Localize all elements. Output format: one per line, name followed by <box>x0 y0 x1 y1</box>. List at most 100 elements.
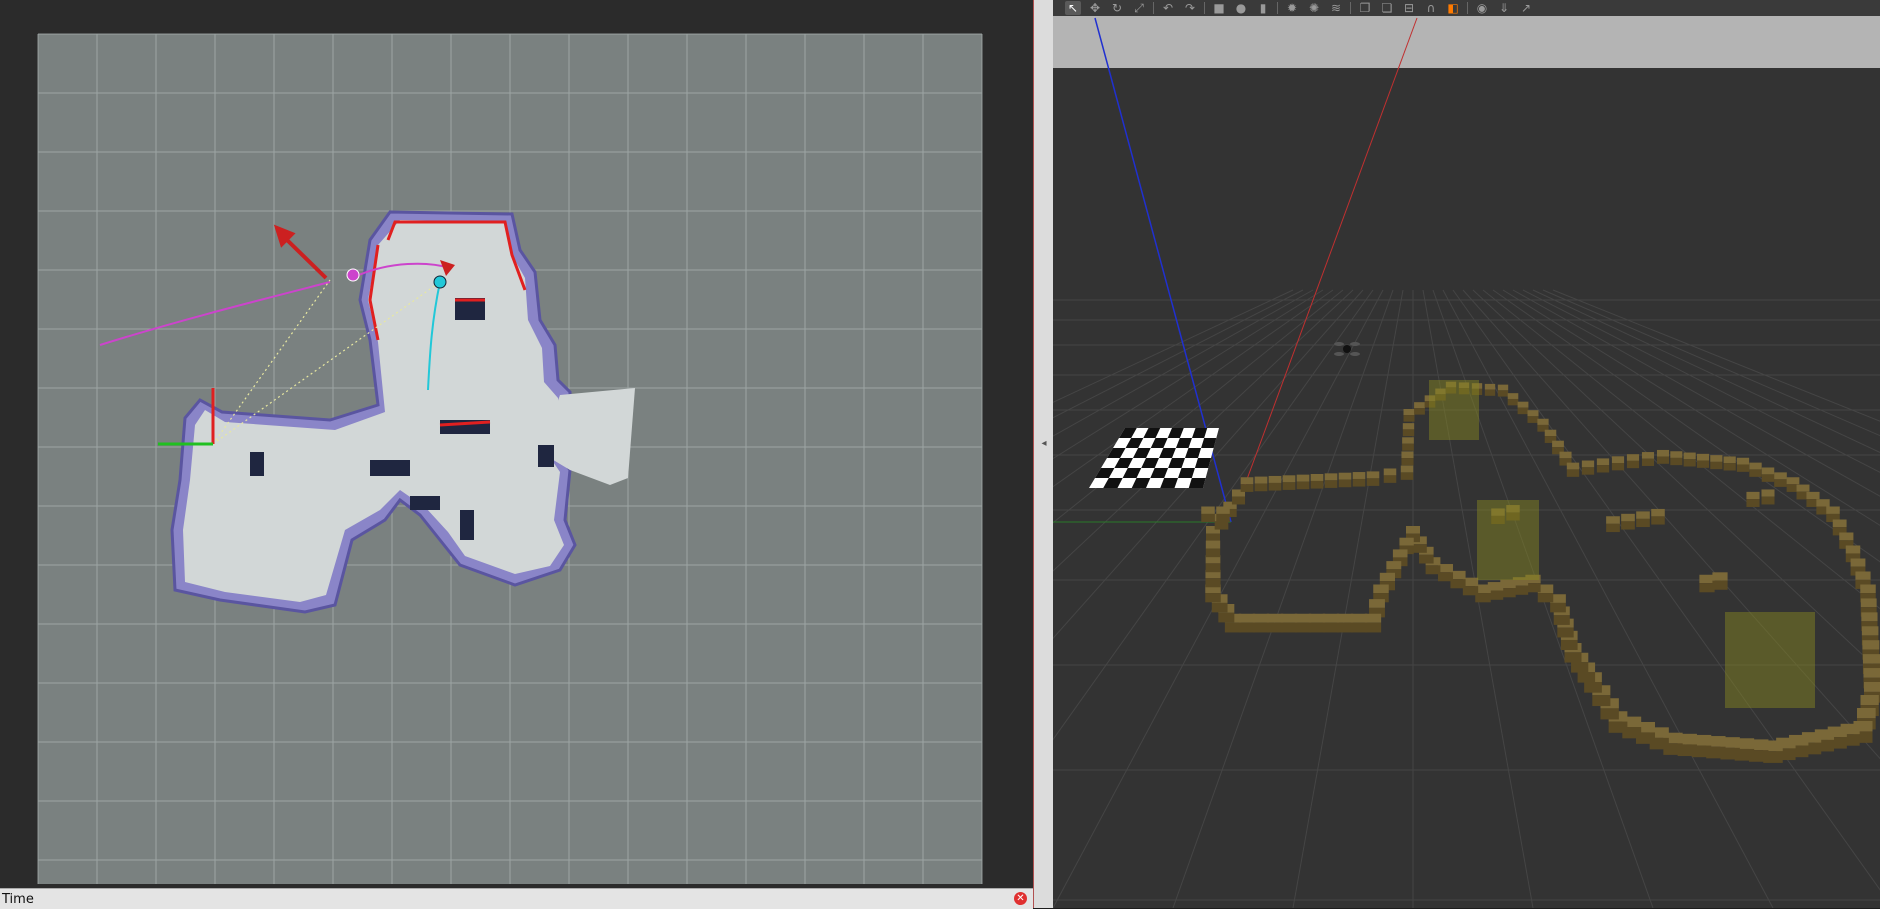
wall-block-side <box>1282 482 1296 490</box>
wall-block-side <box>1280 622 1298 633</box>
wall-block-top <box>1296 474 1310 482</box>
wall-block-side <box>1254 483 1268 492</box>
wall-block-top <box>1806 491 1820 500</box>
wall-block-side <box>1366 478 1380 486</box>
wall-block-top <box>1861 626 1879 636</box>
wall-block-top <box>1322 613 1340 623</box>
wall-block-top <box>1338 472 1352 480</box>
wall-block-top <box>1373 584 1389 594</box>
wall-block-side <box>1761 474 1775 482</box>
panel-splitter[interactable]: ◂ <box>1033 0 1054 908</box>
wall-block-side <box>1736 464 1750 472</box>
wall-block-side <box>1336 622 1354 633</box>
wall-block-top <box>1850 558 1866 567</box>
wall-block-top <box>1636 511 1650 519</box>
wall-block-top <box>1826 506 1840 514</box>
wall-block-side <box>1205 563 1221 573</box>
wall-block-top <box>1527 410 1539 417</box>
wall-block-top <box>1324 473 1338 481</box>
wall-block-side <box>1611 463 1625 471</box>
wall-block-side <box>1350 622 1368 633</box>
wall-block-side <box>1268 482 1282 491</box>
wall-block-side <box>1224 622 1242 633</box>
wall-block-top <box>1606 516 1620 524</box>
wall-block-top <box>1240 477 1254 485</box>
wall-block-top <box>1710 455 1723 462</box>
wall-block-top <box>1294 613 1312 623</box>
wall-block-side <box>1296 481 1310 490</box>
wall-block-side <box>1564 652 1582 663</box>
gazebo-scene[interactable] <box>1053 0 1880 908</box>
collapse-arrow-icon[interactable]: ◂ <box>1040 436 1048 452</box>
wall-block-side <box>1403 415 1415 422</box>
wall-block-side <box>1402 443 1414 451</box>
sky-band <box>1053 16 1880 68</box>
wall-block-side <box>1484 389 1496 396</box>
wall-block-side <box>1596 465 1610 473</box>
rviz-map-view[interactable] <box>0 0 1033 908</box>
wall-block-side <box>1641 458 1655 466</box>
wall-block-side <box>1364 622 1382 633</box>
wall-block-top <box>1406 526 1420 534</box>
wall-block-top <box>1761 489 1775 497</box>
wall-block-top <box>1507 393 1519 399</box>
robot-pose-marker[interactable] <box>433 275 447 289</box>
wall-block-top <box>1786 477 1800 485</box>
wall-block-top <box>1400 465 1414 473</box>
wall-block-side <box>1710 461 1723 470</box>
wall-block-side <box>1402 429 1415 437</box>
wall-block-top <box>1566 462 1580 470</box>
wall-block-side <box>1761 496 1775 505</box>
wall-block-top <box>1497 384 1509 391</box>
wall-block-top <box>1581 460 1595 468</box>
wall-block-side <box>1252 622 1270 633</box>
wall-block-side <box>1566 469 1580 477</box>
wall-block-top <box>1863 668 1880 678</box>
wall-block-side <box>1352 478 1366 487</box>
wall-block-side <box>1592 695 1611 707</box>
goal-pose-marker[interactable] <box>346 268 360 282</box>
wall-block-top <box>1696 453 1710 461</box>
wall-block-side <box>1723 463 1736 471</box>
wall-block-top <box>1596 458 1610 466</box>
wall-block-top <box>1857 708 1876 719</box>
wall-block-side <box>1550 602 1566 613</box>
gazebo-3d-view[interactable]: ↖ ✥ ↻ ⤢ ↶ ↷ ■ ● ▮ ✹ ✺ ≋ ❐ ❏ ⊟ ∩ ◧ ◉ ⇓ ↗ <box>1053 0 1880 908</box>
wall-block-top <box>1201 506 1215 514</box>
wall-block-side <box>1696 460 1710 468</box>
wall-block-side <box>1205 548 1221 558</box>
wall-block-top <box>1282 475 1296 483</box>
wall-block-side <box>1414 408 1425 415</box>
wall-block-top <box>1308 613 1326 623</box>
wall-block-top <box>1403 409 1415 416</box>
wall-block-top <box>1402 423 1415 430</box>
wall-block-side <box>1383 475 1397 483</box>
close-icon[interactable]: ✕ <box>1014 892 1027 905</box>
time-panel[interactable]: Time ✕ <box>0 888 1033 909</box>
wall-block-top <box>1392 549 1408 558</box>
wall-block-side <box>1527 416 1539 423</box>
wall-block-side <box>1216 513 1230 523</box>
wall-block-top <box>1336 613 1354 623</box>
wall-block-top <box>1832 519 1847 528</box>
wall-block-side <box>1699 583 1715 593</box>
wall-block-top <box>1656 449 1670 457</box>
wall-block-side <box>1553 615 1570 625</box>
map-canvas[interactable] <box>0 0 1033 888</box>
wall-block-top <box>1862 654 1880 664</box>
wall-block-side <box>1205 593 1221 603</box>
wall-block-top <box>1670 451 1683 458</box>
wall-block-top <box>1641 452 1655 459</box>
wall-block-top <box>1699 574 1715 584</box>
wall-block-top <box>1386 561 1402 570</box>
wall-block-top <box>1254 476 1268 484</box>
wall-block-top <box>1796 484 1810 492</box>
wall-block-side <box>1571 662 1589 673</box>
wall-block-top <box>1746 491 1760 500</box>
wall-block-top <box>1761 467 1775 475</box>
wall-block-top <box>1774 472 1787 480</box>
wall-block-top <box>1845 545 1861 554</box>
wall-block-top <box>1266 613 1284 623</box>
wall-block-side <box>1310 480 1324 489</box>
wall-block-side <box>1211 602 1228 613</box>
